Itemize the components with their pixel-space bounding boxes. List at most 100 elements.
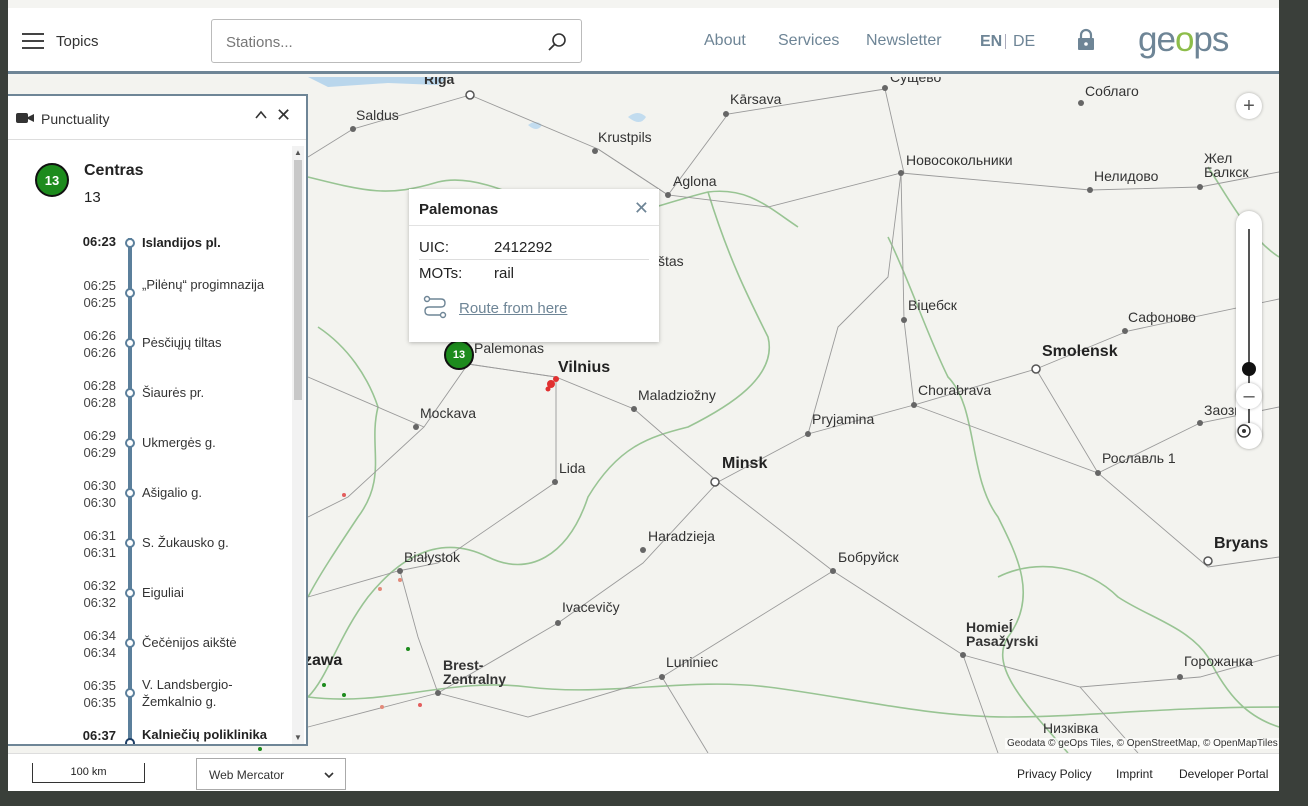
arrival-time: 06:35 xyxy=(83,678,116,693)
stop-row[interactable]: 06:3706:37Kalniečių poliklinika xyxy=(8,726,290,744)
popup-close-button[interactable]: ✕ xyxy=(634,198,649,219)
station-search[interactable] xyxy=(211,19,582,63)
stop-marker xyxy=(125,438,135,448)
scroll-down-arrow[interactable]: ▼ xyxy=(294,733,302,742)
developer-portal-link[interactable]: Developer Portal xyxy=(1179,767,1268,781)
punctuality-panel: Punctuality ✕ 13 Centras 13 06:23 Islandi… xyxy=(8,94,308,746)
stop-name: Kalniečių poliklinika xyxy=(142,727,267,742)
departure-time: 06:26 xyxy=(83,345,116,360)
stop-marker xyxy=(125,238,135,248)
departure-time: 06:32 xyxy=(83,595,116,610)
projection-value: Web Mercator xyxy=(209,768,285,782)
panel-header: Punctuality ✕ xyxy=(8,96,306,140)
vehicle-marker[interactable]: 13 xyxy=(444,340,474,370)
place-label: Сущево xyxy=(890,77,942,85)
lang-de-button[interactable]: DE xyxy=(1013,33,1035,51)
scroll-up-arrow[interactable]: ▲ xyxy=(294,148,302,157)
arrival-time: 06:26 xyxy=(83,328,116,343)
search-input[interactable] xyxy=(226,29,526,55)
place-label: zawa xyxy=(304,652,343,669)
stop-list-scrollbar[interactable]: ▲ ▼ xyxy=(292,146,304,744)
stop-row[interactable]: 06:23 Islandijos pl. xyxy=(8,226,290,276)
stop-name: Ašigalio g. xyxy=(142,485,202,500)
nav-newsletter[interactable]: Newsletter xyxy=(866,32,942,50)
privacy-policy-link[interactable]: Privacy Policy xyxy=(1017,767,1092,781)
uic-label: UIC: xyxy=(419,239,449,256)
top-bar: Topics About Services Newsletter EN DE g… xyxy=(8,8,1279,74)
place-label: Віцебск xyxy=(908,297,957,313)
place-label: Горожанка xyxy=(1184,653,1253,669)
stop-list[interactable]: 06:23 Islandijos pl. 06:25 06:25 „Pilėnų“ pr… xyxy=(8,226,290,744)
place-label: Низкiвка xyxy=(1043,720,1099,736)
uic-row: UIC: 2412292 xyxy=(419,239,552,256)
place-label: Bryans xyxy=(1214,535,1269,552)
place-label: Соблаго xyxy=(1085,83,1139,99)
camera-icon xyxy=(16,113,34,123)
stop-row[interactable]: 06:35 06:35 V. Landsbergio-Žemkalnio g. xyxy=(8,676,290,726)
stop-row[interactable]: 06:26 06:26 Pėsčiųjų tiltas xyxy=(8,326,290,376)
place-label: Рославль 1 xyxy=(1102,450,1176,466)
place-label: Luniniec xyxy=(666,654,719,670)
panel-close-button[interactable]: ✕ xyxy=(276,105,291,126)
geops-logo[interactable]: geops xyxy=(1138,22,1229,57)
stop-row[interactable]: 06:29 06:29 Ukmergės g. xyxy=(8,426,290,476)
nav-about[interactable]: About xyxy=(704,32,746,50)
route-badge: 13 xyxy=(35,163,69,197)
route-destination: Centras xyxy=(84,162,144,179)
arrival-time: 06:37 xyxy=(82,728,116,743)
lang-en-button[interactable]: EN xyxy=(980,33,1002,51)
stop-row[interactable]: 06:31 06:31 S. Žukausko g. xyxy=(8,526,290,576)
stop-name: „Pilėnų“ progimnazija xyxy=(142,277,265,292)
stop-marker xyxy=(125,738,135,744)
geolocate-button[interactable] xyxy=(1236,423,1262,449)
stop-name: Čečėnijos aikštė xyxy=(142,635,237,650)
departure-time: 06:35 xyxy=(83,695,116,710)
app-window: 13 Riga Saldus Kārsava Krustpils Aglona Собла… xyxy=(8,0,1279,791)
hamburger-icon xyxy=(22,30,44,52)
place-label: Нелидово xyxy=(1094,168,1159,184)
stop-name: Eiguliai xyxy=(142,585,184,600)
stop-marker xyxy=(125,538,135,548)
stop-marker xyxy=(125,388,135,398)
scale-bar: 100 km xyxy=(32,763,145,783)
footer-bar: 100 km Web Mercator Privacy Policy Impri… xyxy=(8,753,1279,791)
zoom-in-button[interactable]: + xyxy=(1236,93,1262,119)
zoom-out-button[interactable]: – xyxy=(1236,383,1262,409)
arrival-time: 06:28 xyxy=(83,378,116,393)
search-icon[interactable] xyxy=(547,32,567,52)
place-label: Zentralny xyxy=(443,671,507,687)
topics-menu-button[interactable]: Topics xyxy=(22,28,112,54)
place-label: štas xyxy=(658,253,684,269)
stop-row[interactable]: 06:25 06:25 „Pilėnų“ progimnazija xyxy=(8,276,290,326)
stop-name: S. Žukausko g. xyxy=(142,535,229,550)
chevron-down-icon xyxy=(324,772,334,779)
zoom-slider[interactable] xyxy=(1236,211,1262,447)
place-label: Бобруйск xyxy=(838,549,899,565)
departure-time: 06:34 xyxy=(83,645,116,660)
lock-icon[interactable] xyxy=(1076,28,1096,52)
route-from-here-link[interactable]: Route from here xyxy=(459,300,567,317)
stop-marker xyxy=(125,288,135,298)
stop-marker xyxy=(125,338,135,348)
arrival-time: 06:23 xyxy=(82,234,116,249)
stop-name: Šiaurės pr. xyxy=(142,385,205,400)
scrollbar-thumb[interactable] xyxy=(294,160,302,400)
chevron-up-icon[interactable] xyxy=(254,108,268,122)
stop-row[interactable]: 06:28 06:28 Šiaurės pr. xyxy=(8,376,290,426)
route-icon xyxy=(423,295,447,319)
place-label: Palemonas xyxy=(474,340,545,356)
stop-row[interactable]: 06:34 06:34 Čečėnijos aikštė xyxy=(8,626,290,676)
place-label: Maladziožny xyxy=(638,387,716,403)
zoom-slider-handle[interactable] xyxy=(1242,362,1256,376)
projection-select[interactable]: Web Mercator xyxy=(196,758,346,790)
arrival-time: 06:25 xyxy=(83,278,116,293)
imprint-link[interactable]: Imprint xyxy=(1116,767,1153,781)
stop-row[interactable]: 06:30 06:30 Ašigalio g. xyxy=(8,476,290,526)
nav-services[interactable]: Services xyxy=(778,32,839,50)
mots-label: MOTs: xyxy=(419,265,463,282)
departure-time: 06:25 xyxy=(83,295,116,310)
place-label: Vilnius xyxy=(558,359,611,376)
stop-marker xyxy=(125,638,135,648)
stop-name: Islandijos pl. xyxy=(142,235,221,250)
stop-row[interactable]: 06:32 06:32 Eiguliai xyxy=(8,576,290,626)
